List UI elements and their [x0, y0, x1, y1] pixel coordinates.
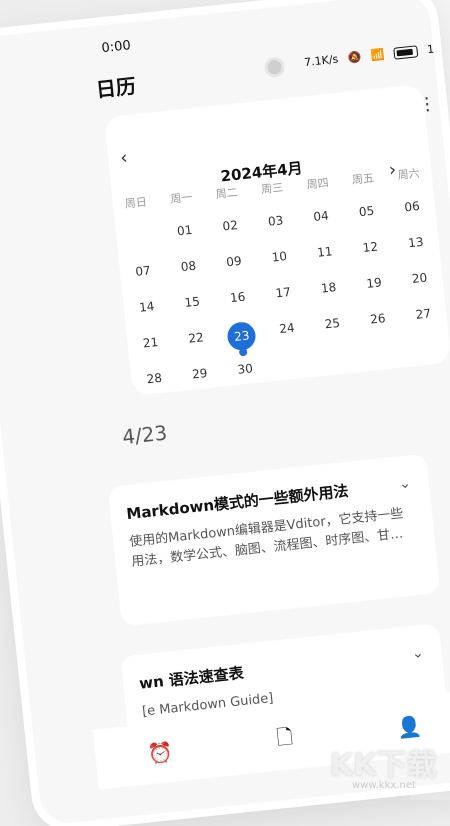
file-icon[interactable]: 🗋 — [275, 722, 295, 757]
page-title: 日历 — [94, 73, 138, 102]
wifi-icon: 📶 — [370, 47, 386, 63]
weekday: 周六 — [396, 166, 421, 182]
calendar-day[interactable]: 07 — [119, 258, 167, 285]
calendar-day[interactable]: 01 — [161, 217, 209, 244]
watermark-logo: KK下载 — [330, 748, 437, 783]
status-time: 0:00 — [100, 38, 132, 57]
calendar-day[interactable]: 11 — [301, 239, 349, 266]
calendar-day[interactable]: 24 — [263, 315, 311, 342]
mute-icon: 🔕 — [346, 50, 362, 65]
selected-date-label: 4/23 — [121, 420, 169, 450]
calendar-day[interactable]: 19 — [350, 270, 398, 297]
selected-day[interactable]: 23 — [226, 320, 258, 352]
watermark-url: www.kkx.net — [352, 780, 416, 791]
calendar-day[interactable]: 03 — [252, 208, 300, 235]
weekday: 周四 — [306, 176, 330, 192]
calendar-day[interactable]: 16 — [214, 284, 262, 311]
clock-icon[interactable]: ⏰ — [147, 740, 174, 766]
calendar-day[interactable]: 20 — [396, 265, 444, 292]
calendar-day[interactable]: 08 — [165, 253, 213, 280]
calendar-day[interactable]: 17 — [259, 279, 307, 306]
calendar-day[interactable]: 18 — [305, 274, 353, 301]
chevron-down-icon[interactable]: ⌄ — [411, 645, 424, 662]
camera-icon — [263, 56, 286, 79]
prev-month-icon[interactable]: ‹ — [119, 147, 128, 169]
calendar-card: ‹ 2024年4月 › 周日 周一 周二 周三 周四 周五 周六 01 02 03 0… — [103, 83, 450, 396]
calendar-empty-cell — [267, 351, 315, 378]
calendar-day[interactable]: 25 — [309, 310, 357, 337]
status-bar: 0:00 — [0, 0, 432, 80]
note-title: wn 语法速查表 — [138, 663, 245, 693]
day-grid: 01 02 03 04 05 06 07 08 09 10 11 12 13 14 15 16 17 18 19 20… — [115, 193, 450, 392]
calendar-empty-cell — [358, 341, 406, 368]
calendar-empty-cell — [312, 346, 360, 373]
note-card[interactable]: Markdown模式的一些额外用法 ⌄ 使用的Markdown编辑器是Vdito… — [107, 453, 441, 627]
calendar-day[interactable]: 27 — [399, 301, 447, 328]
weekday: 周五 — [351, 171, 375, 187]
user-icon[interactable]: 👤 — [396, 714, 423, 740]
calendar-empty-cell — [403, 337, 450, 364]
calendar-day[interactable]: 26 — [354, 306, 402, 333]
network-speed: 7.1K/s — [303, 52, 339, 70]
calendar-day[interactable]: 15 — [168, 289, 216, 316]
calendar-day[interactable]: 10 — [256, 243, 304, 270]
status-indicators: 7.1K/s 🔕 📶 10 — [304, 41, 448, 69]
calendar-day[interactable]: 04 — [297, 203, 345, 230]
weekday: 周一 — [169, 190, 193, 206]
calendar-day[interactable]: 14 — [123, 294, 171, 321]
phone-frame: 0:00 7.1K/s 🔕 📶 10 日历 ··· ‹ 2024年4月 › 周日… — [0, 0, 450, 826]
calendar-day[interactable]: 02 — [206, 212, 254, 239]
weekday: 周日 — [124, 195, 148, 211]
weekday: 周二 — [215, 185, 239, 202]
calendar-day[interactable]: 12 — [346, 234, 394, 261]
calendar-day[interactable]: 30 — [221, 356, 269, 383]
calendar-day[interactable]: 28 — [130, 365, 178, 392]
calendar-day[interactable]: 09 — [210, 248, 258, 275]
calendar-day[interactable]: 29 — [176, 360, 224, 387]
weekday: 周三 — [260, 181, 284, 197]
calendar-day[interactable]: 05 — [343, 198, 391, 225]
calendar-day[interactable]: 22 — [172, 325, 220, 352]
calendar-empty-cell — [115, 222, 163, 249]
battery-icon — [393, 45, 419, 60]
calendar-day[interactable]: 06 — [388, 193, 436, 220]
calendar-day[interactable]: 21 — [127, 329, 175, 356]
calendar-day[interactable]: 13 — [392, 229, 440, 256]
chevron-down-icon[interactable]: ⌄ — [398, 475, 411, 492]
calendar-day[interactable]: 23 — [218, 320, 266, 352]
